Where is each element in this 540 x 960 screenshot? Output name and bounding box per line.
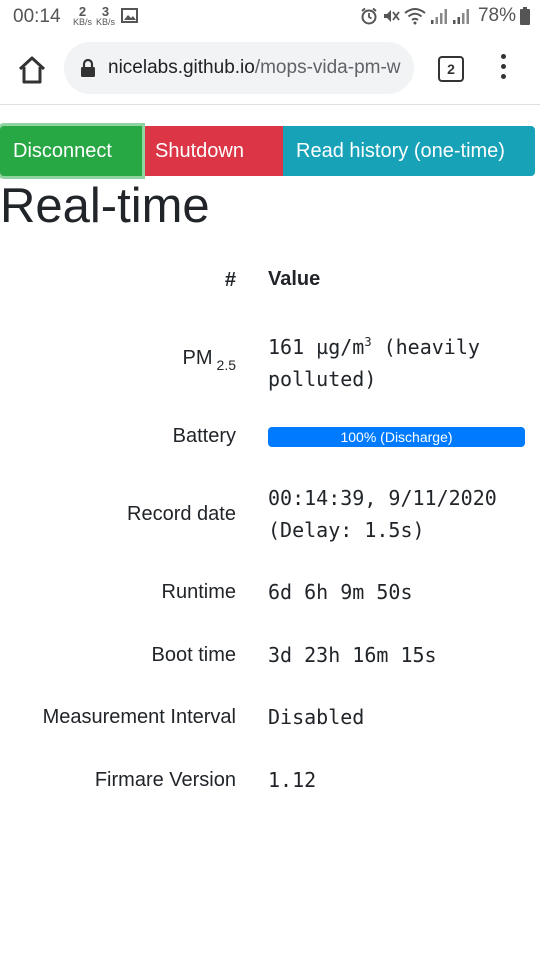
battery-progress-bar: 100% (Discharge): [268, 427, 525, 447]
shutdown-button[interactable]: Shutdown: [142, 126, 283, 176]
pm-value-tail: (heavily: [371, 335, 480, 359]
runtime-label: Runtime: [161, 581, 236, 603]
net-down-indicator: 2 KB/s: [73, 5, 92, 27]
pm-value-main: 161 µg/m: [268, 335, 365, 359]
battery-icon: [520, 7, 530, 25]
record-date-line2: (Delay: 1.5s): [268, 518, 425, 542]
overflow-menu-icon[interactable]: [496, 54, 510, 84]
read-history-button[interactable]: Read history (one-time): [283, 126, 535, 176]
url-path: /mops-vida-pm-w: [254, 57, 401, 78]
record-date-value: 00:14:39, 9/11/2020 (Delay: 1.5s): [268, 482, 497, 546]
runtime-value: 6d 6h 9m 50s: [268, 580, 413, 604]
status-time: 00:14: [13, 6, 61, 27]
mute-icon: [383, 10, 400, 22]
interval-value: Disabled: [268, 705, 365, 729]
page-title: Real-time: [0, 179, 210, 233]
disconnect-button[interactable]: Disconnect: [0, 126, 142, 176]
battery-percent: 78%: [477, 5, 516, 26]
col-header-value: Value: [268, 268, 321, 290]
signal-icon-2: [452, 9, 469, 24]
tab-switcher-button[interactable]: 2: [438, 56, 464, 82]
pm-label-subscript: 2.5: [216, 357, 236, 373]
url-text: nicelabs.github.io/mops-vida-pm-w: [108, 57, 401, 79]
firmware-value: 1.12: [268, 768, 317, 792]
record-date-line1: 00:14:39, 9/11/2020: [268, 486, 497, 510]
boot-time-value: 3d 23h 16m 15s: [268, 643, 437, 667]
net-up-unit: KB/s: [96, 17, 116, 27]
boot-time-label: Boot time: [151, 644, 236, 666]
pm-value-line2: polluted): [268, 367, 377, 391]
col-header-label: #: [224, 269, 236, 291]
home-icon[interactable]: [16, 54, 48, 86]
net-down-unit: KB/s: [73, 17, 93, 27]
alarm-icon: [361, 7, 377, 25]
pm25-value: 161 µg/m3 (heavily polluted): [268, 326, 480, 395]
url-host: nicelabs.github.io: [108, 57, 255, 78]
lock-icon: [81, 59, 95, 77]
net-up-indicator: 3 KB/s: [96, 5, 115, 27]
record-date-label: Record date: [127, 503, 236, 525]
button-group: Disconnect Shutdown Read history (one-ti…: [0, 126, 535, 176]
pm-label-text: PM: [182, 347, 213, 369]
pm-value-superscript: 3: [364, 335, 372, 349]
battery-progress: 100% (Discharge): [268, 427, 525, 447]
url-bar[interactable]: nicelabs.github.io/mops-vida-pm-w: [64, 42, 414, 94]
browser-toolbar: nicelabs.github.io/mops-vida-pm-w 2: [0, 34, 540, 105]
interval-label: Measurement Interval: [42, 706, 236, 728]
image-icon: [121, 8, 138, 23]
pm25-label: PM 2.5: [183, 347, 236, 373]
firmware-label: Firmare Version: [94, 769, 236, 791]
battery-label: Battery: [172, 425, 236, 447]
status-right: 78%: [360, 5, 530, 27]
signal-icon: [430, 9, 447, 24]
wifi-icon: [404, 8, 426, 25]
status-bar: 00:14 2 KB/s 3 KB/s 78%: [0, 0, 540, 34]
